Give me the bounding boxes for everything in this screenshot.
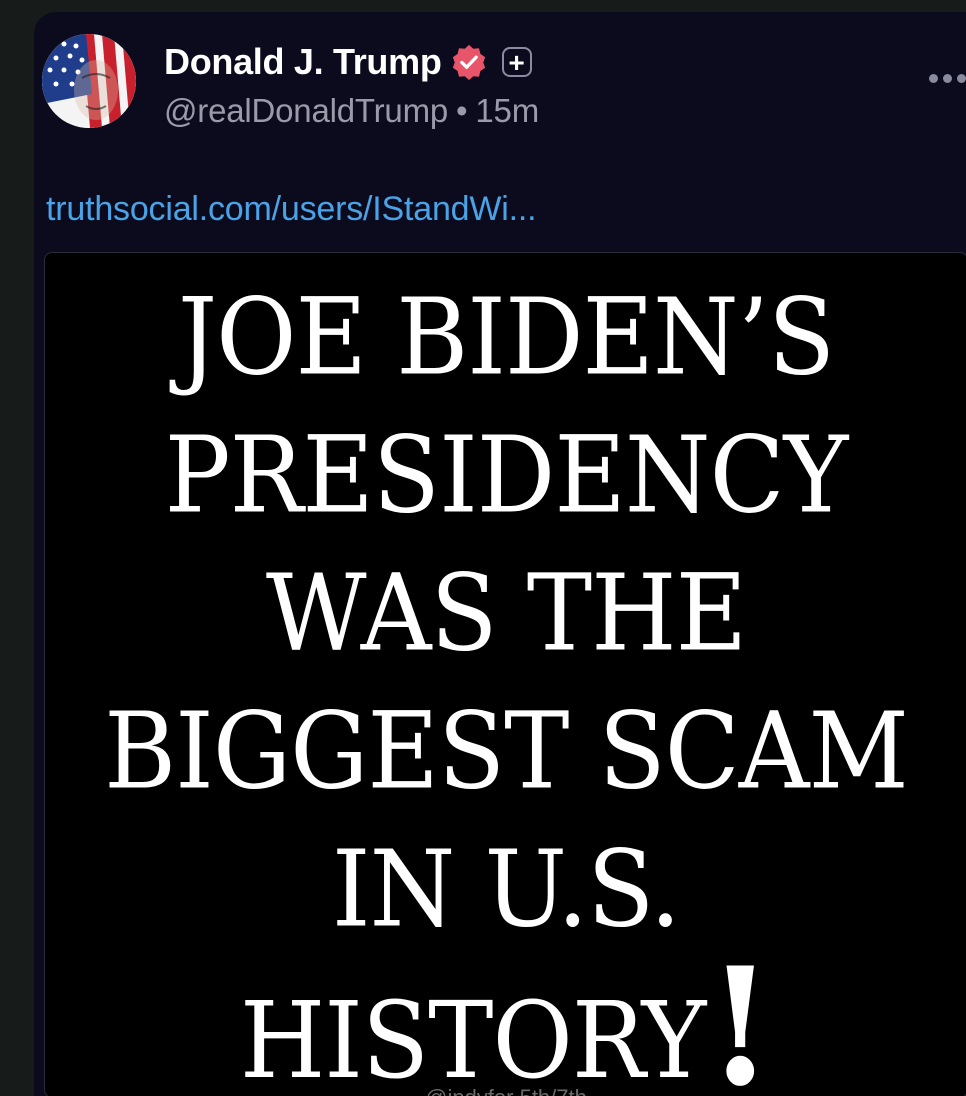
- verified-badge-icon: [452, 44, 485, 81]
- author-meta: @realDonaldTrump • 15m: [164, 92, 539, 130]
- exclamation-mark: !: [707, 932, 773, 1096]
- post-link[interactable]: truthsocial.com/users/IStandWi...: [46, 190, 537, 229]
- meme-line-5: IN U.S.: [331, 828, 681, 952]
- more-dots-icon[interactable]: [929, 74, 966, 83]
- meme-line-1: JOE BIDEN’S: [177, 276, 835, 400]
- flag-portrait-image: [42, 34, 136, 128]
- author-display-name[interactable]: Donald J. Trump: [164, 41, 442, 83]
- meme-line-4: BIGGEST SCAM: [104, 690, 909, 814]
- dot: [957, 74, 966, 83]
- dot: [929, 74, 938, 83]
- author-row: Donald J. Trump +: [164, 40, 532, 84]
- meme-line-6-wrap: HISTORY!: [45, 932, 966, 1096]
- meme-line-3: WAS THE: [265, 552, 747, 676]
- plus-icon[interactable]: +: [501, 47, 532, 77]
- author-handle[interactable]: @realDonaldTrump: [164, 92, 448, 129]
- meme-line-2: PRESIDENCY: [164, 414, 849, 538]
- dot: [943, 74, 952, 83]
- meme-line-6: HISTORY: [239, 979, 706, 1096]
- post-card[interactable]: Donald J. Trump + @realDonaldTrump • 15m t…: [34, 12, 966, 1096]
- meta-separator: •: [456, 92, 468, 129]
- app-frame: Donald J. Trump + @realDonaldTrump • 15m t…: [0, 0, 966, 1096]
- post-image[interactable]: JOE BIDEN’S PRESIDENCY WAS THE BIGGEST S…: [44, 252, 966, 1096]
- avatar[interactable]: [42, 34, 136, 128]
- post-timestamp[interactable]: 15m: [475, 92, 539, 129]
- image-watermark: @indyfor 5th/7th: [45, 1085, 966, 1096]
